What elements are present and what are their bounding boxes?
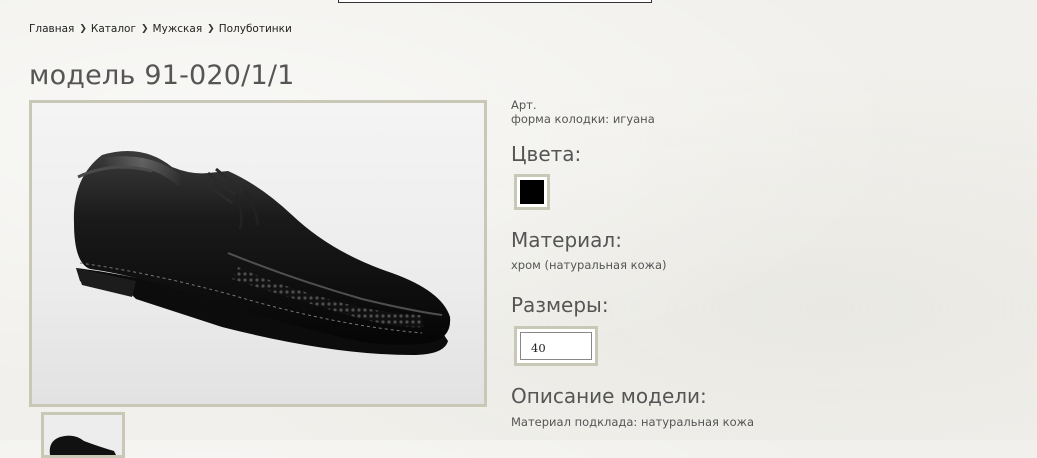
header-search-box[interactable] [338, 0, 652, 3]
page-title: модель 91-020/1/1 [29, 60, 295, 91]
sizes-heading: Размеры: [511, 293, 609, 317]
article-label: Арт. [511, 98, 537, 112]
product-info: Арт. форма колодки: игуана Цвета: Матери… [511, 98, 1011, 429]
description-text: Материал подклада: натуральная кожа [511, 415, 755, 429]
product-thumbnail[interactable] [41, 412, 125, 458]
shoe-thumbnail [49, 435, 116, 455]
product-main-photo[interactable] [29, 100, 487, 407]
material-heading: Материал: [511, 228, 622, 252]
breadcrumb-separator-icon: ❯ [141, 24, 149, 34]
breadcrumb-separator-icon: ❯ [207, 24, 215, 34]
breadcrumb-link-home[interactable]: Главная [29, 23, 74, 35]
description-heading: Описание модели: [511, 384, 707, 408]
breadcrumb-separator-icon: ❯ [79, 24, 87, 34]
color-swatch-black[interactable] [514, 174, 550, 210]
shoe-photo [73, 151, 451, 355]
size-option-value: 40 [520, 332, 592, 360]
breadcrumb-link-shoes[interactable]: Полуботинки [219, 23, 292, 35]
breadcrumb-link-catalog[interactable]: Каталог [91, 23, 136, 35]
breadcrumb-link-mens[interactable]: Мужская [153, 23, 203, 35]
last-shape-text: форма колодки: игуана [511, 112, 655, 126]
color-swatch-fill [520, 180, 544, 204]
breadcrumb: Главная ❯ Каталог ❯ Мужская ❯ Полуботинк… [29, 23, 292, 35]
size-option[interactable]: 40 [514, 326, 598, 366]
material-value: хром (натуральная кожа) [511, 258, 667, 272]
colors-heading: Цвета: [511, 142, 582, 166]
